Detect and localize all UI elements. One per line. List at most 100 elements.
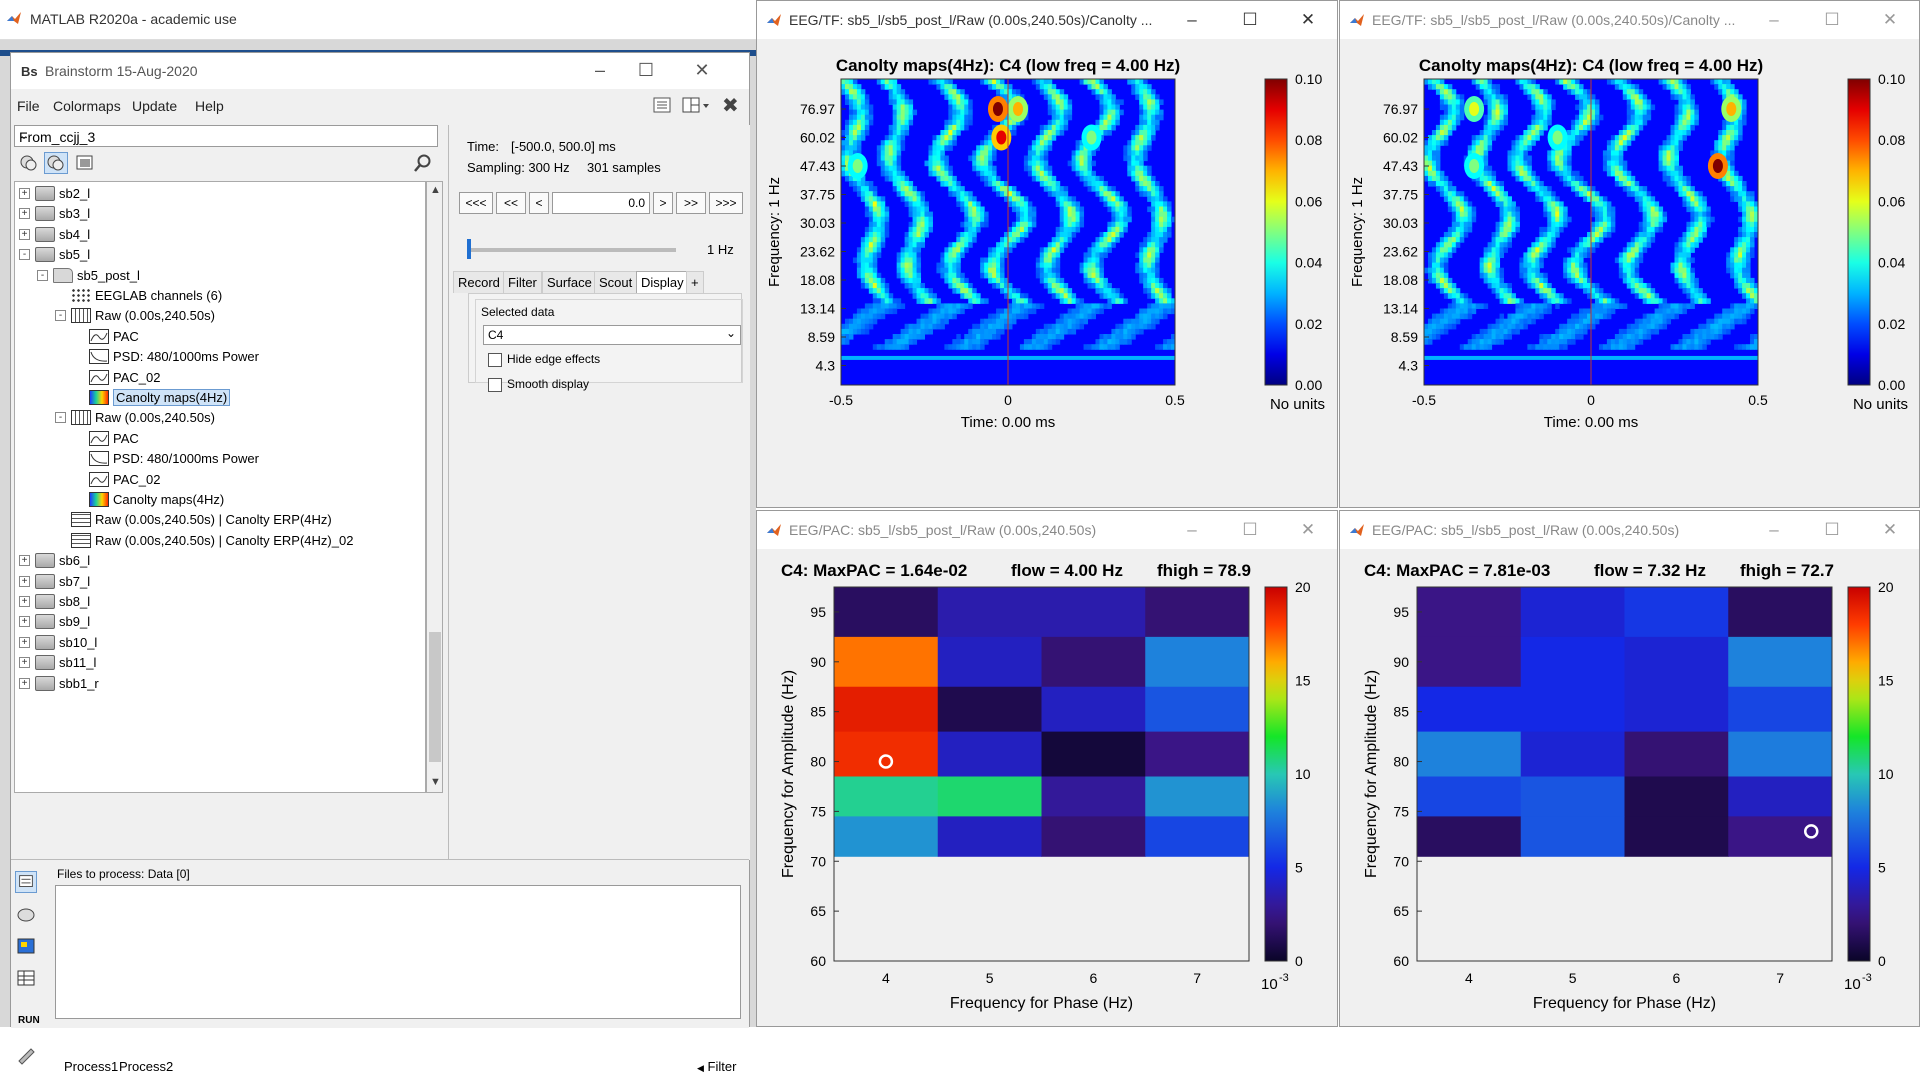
- expand-icon[interactable]: +: [19, 208, 30, 220]
- y-tick-label: 18.08: [800, 272, 835, 288]
- selected-data-label: Selected data: [481, 305, 555, 319]
- colorbar-tick-label: 0.02: [1878, 316, 1905, 332]
- process-sources-icon[interactable]: [15, 903, 37, 925]
- process-timefreq-icon[interactable]: [15, 935, 37, 957]
- pac-cell: [1417, 816, 1522, 857]
- tab-add[interactable]: +: [686, 271, 704, 293]
- nav-next-fast-button[interactable]: >>: [676, 192, 706, 214]
- colorbar-tick-label: 0: [1878, 953, 1886, 969]
- pac-cell: [1417, 587, 1522, 638]
- minimize-button[interactable]: –: [1169, 513, 1215, 547]
- tab-process1[interactable]: Process1: [61, 1059, 122, 1074]
- scroll-thumb[interactable]: [429, 632, 441, 762]
- nav-next-button[interactable]: >: [653, 192, 673, 214]
- maximize-button[interactable]: ☐: [1809, 513, 1855, 547]
- process-file-list[interactable]: [55, 885, 741, 1019]
- close-button[interactable]: ✕: [1867, 513, 1913, 547]
- brainstorm-window: Bs Brainstorm 15-Aug-2020 – ☐ ✕ File Col…: [10, 52, 750, 1074]
- collapse-icon[interactable]: -: [55, 412, 66, 424]
- colorbar-tick-label: 10: [1878, 766, 1894, 782]
- nav-first-button[interactable]: <<<: [459, 192, 493, 214]
- pac-cell: [1728, 686, 1833, 733]
- run-button[interactable]: RUN: [18, 1015, 40, 1026]
- anatomy-view-icon[interactable]: [18, 153, 40, 173]
- minimize-button[interactable]: –: [1751, 3, 1797, 37]
- pac-cell: [1728, 731, 1833, 777]
- process-data-icon[interactable]: [15, 871, 37, 893]
- tab-record[interactable]: Record: [453, 271, 505, 293]
- maximize-button[interactable]: ☐: [1809, 3, 1855, 37]
- tree-node-label: sb9_l: [59, 614, 91, 630]
- close-button[interactable]: ✕: [679, 53, 725, 87]
- pipeline-icon[interactable]: [651, 95, 673, 115]
- pac-cells[interactable]: [834, 587, 1250, 857]
- nav-prev-button[interactable]: <: [529, 192, 549, 214]
- tab-scout[interactable]: Scout: [594, 271, 638, 293]
- expand-icon[interactable]: +: [19, 616, 30, 628]
- pac-cell: [834, 587, 939, 638]
- time-input[interactable]: 0.0: [552, 192, 650, 214]
- close-button[interactable]: ✕: [1285, 3, 1331, 37]
- nav-prev-fast-button[interactable]: <<: [496, 192, 526, 214]
- condition-view-icon[interactable]: [74, 153, 96, 173]
- y-tick-label: 30.03: [1383, 215, 1418, 231]
- protocol-select[interactable]: From_ccjj_3 ⌄: [14, 125, 438, 147]
- collapse-icon[interactable]: -: [55, 310, 66, 322]
- collapse-icon[interactable]: -: [37, 269, 48, 281]
- y-tick-label: 4.3: [816, 358, 836, 374]
- table-icon: [71, 512, 91, 528]
- raw-icon: [71, 308, 91, 324]
- expand-icon[interactable]: +: [19, 228, 30, 240]
- process-matrix-icon[interactable]: [15, 967, 37, 989]
- close-button[interactable]: ✕: [1285, 513, 1331, 547]
- expand-icon[interactable]: +: [19, 677, 30, 689]
- x-tick-label: 7: [1776, 970, 1784, 986]
- pac-cells[interactable]: [1417, 587, 1833, 857]
- tree-scrollbar[interactable]: ▲ ▼: [426, 181, 443, 793]
- nav-last-button[interactable]: >>>: [709, 192, 743, 214]
- filter-button[interactable]: ◀ Filter: [697, 1059, 736, 1074]
- menu-update[interactable]: Update: [132, 98, 177, 114]
- pipeline-editor-icon[interactable]: [15, 1043, 37, 1065]
- maximize-button[interactable]: ☐: [1227, 3, 1273, 37]
- maximize-button[interactable]: ☐: [1227, 513, 1273, 547]
- scroll-down-icon[interactable]: ▼: [430, 776, 441, 788]
- plot-title-part: flow = 7.32 Hz: [1594, 561, 1706, 580]
- expand-icon[interactable]: +: [19, 555, 30, 567]
- menu-help[interactable]: Help: [195, 98, 224, 114]
- menu-file[interactable]: File: [17, 98, 40, 114]
- close-panel-icon[interactable]: ✖: [722, 93, 739, 118]
- minimize-button[interactable]: –: [1751, 513, 1797, 547]
- scroll-up-icon[interactable]: ▲: [430, 184, 441, 196]
- channel-select[interactable]: C4 ⌄: [483, 325, 741, 345]
- functional-view-icon[interactable]: [44, 152, 68, 174]
- layout-icon[interactable]: [681, 95, 711, 115]
- subject-icon: [35, 186, 55, 201]
- frequency-slider-thumb[interactable]: [467, 239, 471, 259]
- minimize-button[interactable]: –: [577, 53, 623, 87]
- collapse-icon[interactable]: -: [19, 249, 30, 261]
- expand-icon[interactable]: +: [19, 188, 30, 199]
- expand-icon[interactable]: +: [19, 657, 30, 669]
- smooth-checkbox[interactable]: [488, 378, 502, 392]
- expand-icon[interactable]: +: [19, 636, 30, 648]
- y-tick-label: 85: [1393, 704, 1409, 720]
- tab-filter[interactable]: Filter: [503, 271, 542, 293]
- menu-colormaps[interactable]: Colormaps: [53, 98, 121, 114]
- close-button[interactable]: ✕: [1867, 3, 1913, 37]
- y-tick-label: 4.3: [1399, 358, 1419, 374]
- x-tick-label: -0.5: [1412, 392, 1436, 408]
- tab-process2[interactable]: Process2: [119, 1059, 173, 1074]
- frequency-slider-track[interactable]: [468, 248, 676, 252]
- colorbar-exponent-power: -3: [1862, 972, 1872, 984]
- y-tick-label: 30.03: [800, 215, 835, 231]
- tab-surface[interactable]: Surface: [542, 271, 597, 293]
- tab-display[interactable]: Display: [636, 271, 689, 293]
- minimize-button[interactable]: –: [1169, 3, 1215, 37]
- expand-icon[interactable]: +: [19, 575, 30, 587]
- expand-icon[interactable]: +: [19, 596, 30, 607]
- maximize-button[interactable]: ☐: [623, 53, 669, 87]
- search-icon[interactable]: [412, 153, 434, 173]
- pac-cell: [1417, 776, 1522, 817]
- hide-edge-checkbox[interactable]: [488, 353, 502, 367]
